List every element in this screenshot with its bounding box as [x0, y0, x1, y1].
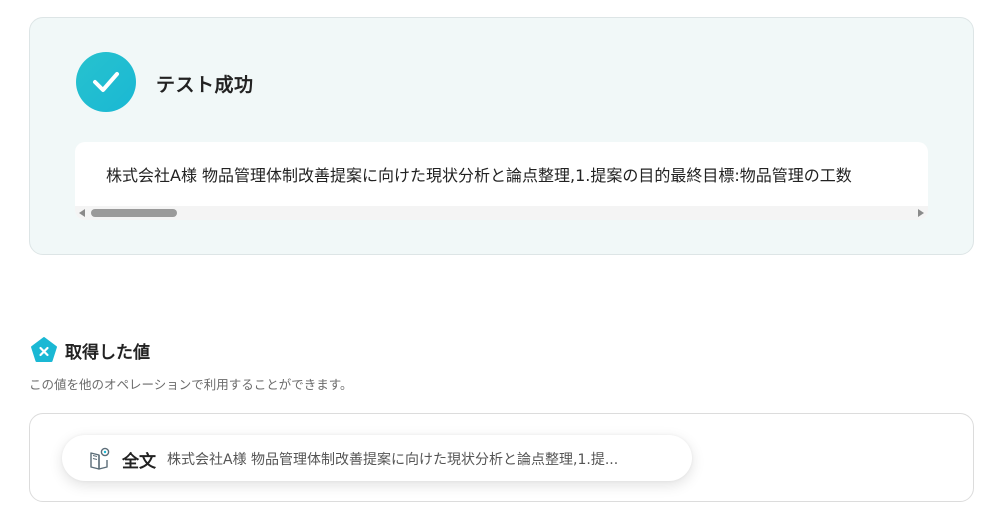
scroll-right-arrow-icon[interactable]: [918, 209, 924, 217]
retrieved-values-card: 全文 株式会社A様 物品管理体制改善提案に向けた現状分析と論点整理,1.提...: [29, 413, 974, 502]
scroll-left-arrow-icon[interactable]: [79, 209, 85, 217]
value-preview: 株式会社A様 物品管理体制改善提案に向けた現状分析と論点整理,1.提...: [167, 452, 619, 468]
check-icon: [76, 52, 136, 112]
book-icon: [89, 446, 111, 470]
scroll-thumb[interactable]: [91, 209, 177, 217]
value-label: 全文: [122, 452, 156, 472]
test-success-title: テスト成功: [156, 74, 254, 96]
section-title: 取得した値: [65, 343, 150, 363]
horizontal-scrollbar[interactable]: [75, 206, 928, 220]
section-description: この値を他のオペレーションで利用することができます。: [29, 377, 353, 392]
test-output-box: 株式会社A様 物品管理体制改善提案に向けた現状分析と論点整理,1.提案の目的最終…: [75, 142, 928, 220]
pentagon-x-icon: [30, 336, 58, 364]
value-chip[interactable]: 全文 株式会社A様 物品管理体制改善提案に向けた現状分析と論点整理,1.提...: [62, 435, 692, 481]
test-success-card: テスト成功 株式会社A様 物品管理体制改善提案に向けた現状分析と論点整理,1.提…: [29, 17, 974, 255]
test-output-text: 株式会社A様 物品管理体制改善提案に向けた現状分析と論点整理,1.提案の目的最終…: [106, 166, 852, 185]
